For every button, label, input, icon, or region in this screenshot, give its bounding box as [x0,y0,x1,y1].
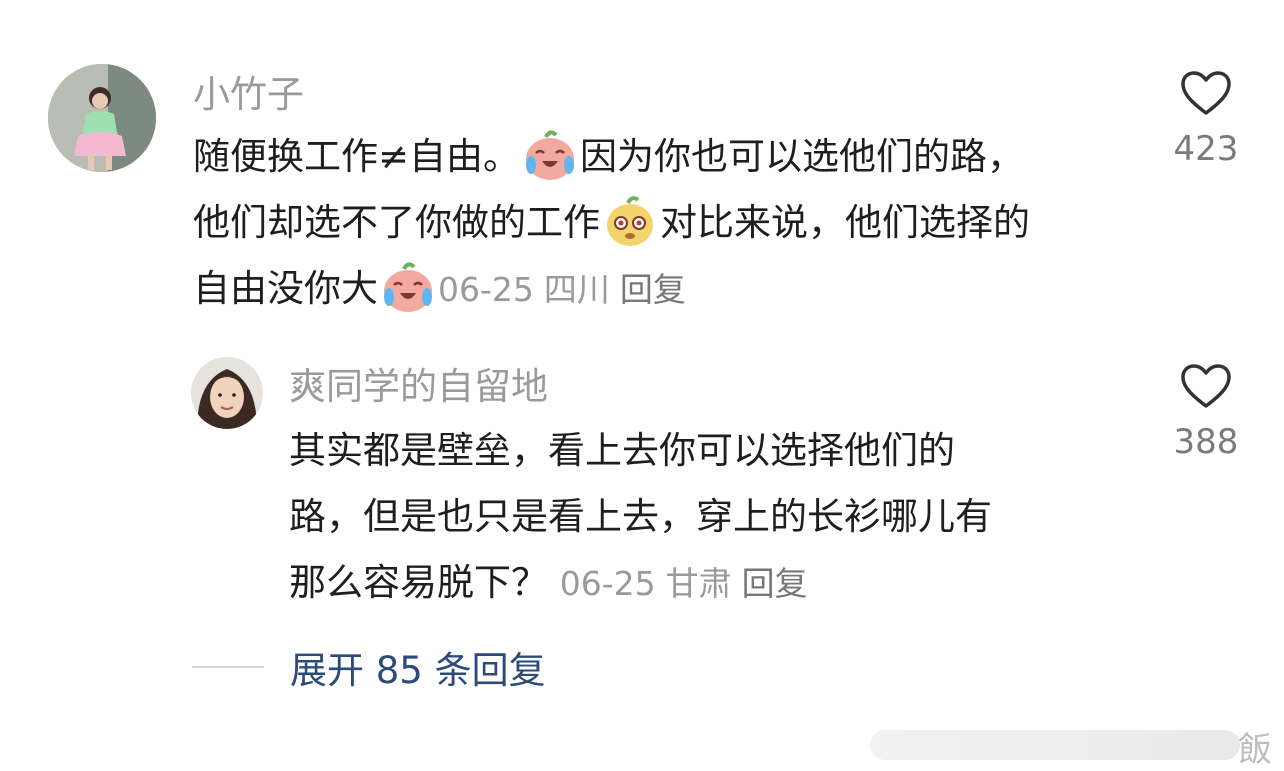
like-count: 423 [1173,129,1239,169]
expand-replies-label[interactable]: 展开 85 条回复 [290,640,546,694]
comment-text-part: 自由没你大 [193,267,378,310]
comment-text-part: 对比来说，他们选择的 [660,201,1030,244]
comment-username[interactable]: 小竹子 [193,76,304,113]
comment-text-part: 随便换工作≠自由。 [193,135,521,178]
laugh-cry-peach-icon [380,259,436,315]
watermark-text: 飯 [1238,730,1272,770]
comment-line-3: 自由没你大 06-25 四川 回复 [193,256,1133,322]
reply-text-part: 那么容易脱下？ [289,561,548,604]
comment-text-part: 因为你也可以选他们的路， [580,135,1025,178]
dizzy-pear-icon [602,193,658,249]
watermark: 飯 [870,718,1284,771]
comment-like[interactable]: 423 [1161,70,1251,166]
reply-line-2: 路，但是也只是看上去，穿上的长衫哪儿有 [289,495,992,538]
comment-text-part: 他们却选不了你做的工作 [193,201,600,244]
heart-icon[interactable] [1180,363,1232,409]
avatar[interactable] [48,64,156,172]
watermark-bar [870,730,1240,760]
reply-line-3: 那么容易脱下？ 06-25 甘肃 回复 [289,550,1149,616]
divider [192,666,264,668]
expand-replies[interactable]: 展开 85 条回复 [192,645,546,692]
reply-avatar[interactable] [191,357,263,429]
reply-username[interactable]: 爽同学的自留地 [289,368,548,405]
comment-text: 随便换工作≠自由。 因为你也可以选他们的路， 他们却选不了你做的工作 对比来说，… [193,124,1133,322]
comment-line-2: 他们却选不了你做的工作 对比来说，他们选择的 [193,190,1133,256]
reply-like[interactable]: 388 [1161,363,1251,459]
reply-button[interactable]: 回复 [620,270,686,309]
like-count: 388 [1173,422,1239,462]
comment-meta: 06-25 四川 回复 [438,270,696,309]
comment-line-1: 随便换工作≠自由。 因为你也可以选他们的路， [193,124,1133,190]
reply-line-1: 其实都是壁垒，看上去你可以选择他们的 [289,429,955,472]
comment-date: 06-25 [438,270,534,309]
comment-location: 四川 [543,270,610,309]
reply-reply-button[interactable]: 回复 [742,564,808,603]
reply-date: 06-25 [559,564,656,603]
reply-meta: 06-25 甘肃 回复 [560,564,818,603]
reply-text: 其实都是壁垒，看上去你可以选择他们的 路，但是也只是看上去，穿上的长衫哪儿有 那… [289,418,1149,616]
laugh-cry-peach-icon [522,127,578,183]
reply-location: 甘肃 [665,564,732,603]
heart-icon[interactable] [1180,70,1232,116]
